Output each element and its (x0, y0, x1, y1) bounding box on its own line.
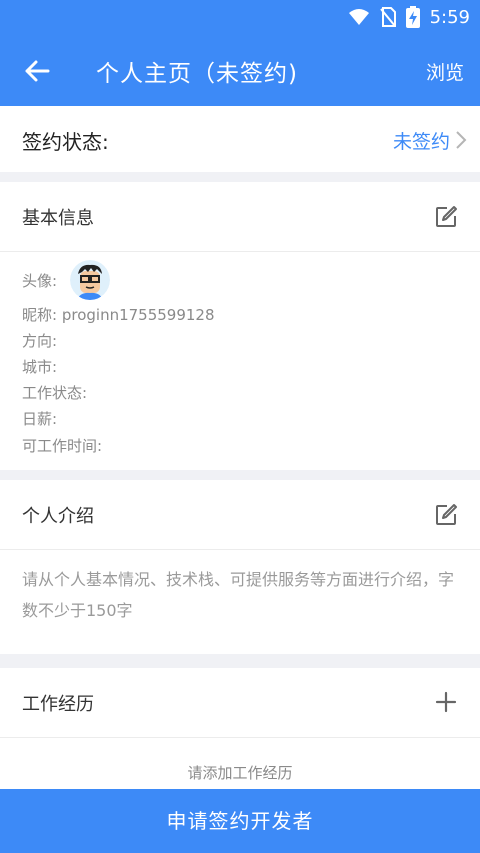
no-sim-icon (379, 7, 396, 27)
basic-info-title: 基本信息 (22, 208, 94, 229)
wifi-icon (348, 9, 369, 25)
daily-pay-label: 日薪: (22, 410, 58, 428)
edit-icon[interactable] (434, 205, 458, 229)
work-history-card: 工作经历 请添加工作经历 (0, 668, 480, 790)
work-history-title: 工作经历 (22, 694, 94, 715)
intro-header: 个人介绍 (0, 480, 480, 550)
nickname-value: proginn1755599128 (61, 306, 215, 324)
available-time-label: 可工作时间: (22, 437, 103, 455)
avatar[interactable] (70, 260, 110, 300)
intro-card: 个人介绍 请从个人基本情况、技术栈、可提供服务等方面进行介绍，字数不少于150字 (0, 480, 480, 654)
plus-icon[interactable] (434, 690, 458, 714)
page-title: 个人主页（未签约) (96, 61, 298, 87)
edit-icon[interactable] (434, 503, 458, 527)
status-bar: 5:59 (0, 0, 480, 34)
apply-sign-button[interactable]: 申请签约开发者 (0, 789, 480, 853)
intro-title: 个人介绍 (22, 506, 94, 527)
basic-info-header: 基本信息 (0, 182, 480, 252)
work-history-empty-text: 请添加工作经历 (187, 764, 293, 782)
sign-status-value: 未签约 (392, 131, 450, 153)
sign-status-row[interactable]: 签约状态: 未签约 (0, 106, 480, 172)
chevron-right-icon (456, 131, 467, 149)
nickname-label: 昵称: (22, 306, 58, 324)
arrow-left-icon[interactable] (22, 56, 52, 86)
browse-button[interactable]: 浏览 (426, 58, 464, 85)
battery-charging-icon (405, 6, 420, 28)
city-label: 城市: (22, 358, 58, 376)
intro-placeholder[interactable]: 请从个人基本情况、技术栈、可提供服务等方面进行介绍，字数不少于150字 (22, 564, 462, 626)
app-bar: 个人主页（未签约) 浏览 (0, 34, 480, 106)
avatar-label: 头像: (22, 272, 58, 290)
basic-info-card: 基本信息 头像: 昵称: proginn1755599128 方向: 城市: 工… (0, 182, 480, 470)
work-history-header: 工作经历 (0, 668, 480, 738)
work-status-label: 工作状态: (22, 384, 88, 402)
nickname-row: 昵称: proginn1755599128 (22, 304, 215, 325)
sign-status-label: 签约状态: (22, 130, 109, 154)
status-icons: 5:59 (348, 4, 470, 30)
direction-label: 方向: (22, 332, 58, 350)
status-time: 5:59 (429, 6, 470, 28)
